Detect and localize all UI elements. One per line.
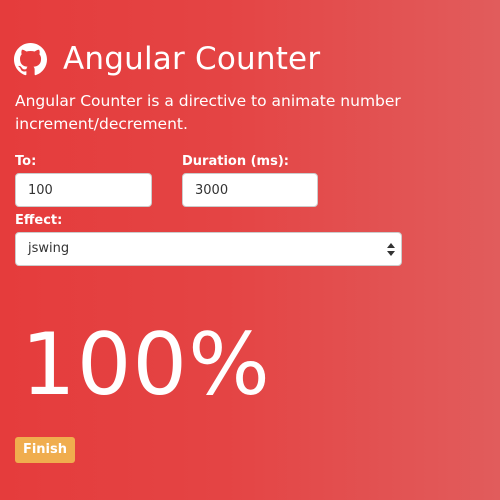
select-arrows-icon (387, 243, 395, 256)
effect-label: Effect: (15, 213, 63, 228)
effect-select-value: jswing (28, 241, 70, 256)
page-description: Angular Counter is a directive to animat… (15, 92, 401, 133)
counter-display: 100% (21, 315, 271, 415)
to-label: To: (15, 154, 37, 169)
duration-label: Duration (ms): (182, 154, 289, 169)
effect-select[interactable]: jswing (15, 232, 402, 266)
to-input[interactable] (15, 173, 152, 207)
page-title: Angular Counter (63, 41, 321, 77)
status-badge: Finish (15, 437, 75, 463)
duration-input[interactable] (182, 173, 318, 207)
page-header: Angular Counter (14, 38, 320, 80)
github-icon[interactable] (14, 42, 47, 76)
